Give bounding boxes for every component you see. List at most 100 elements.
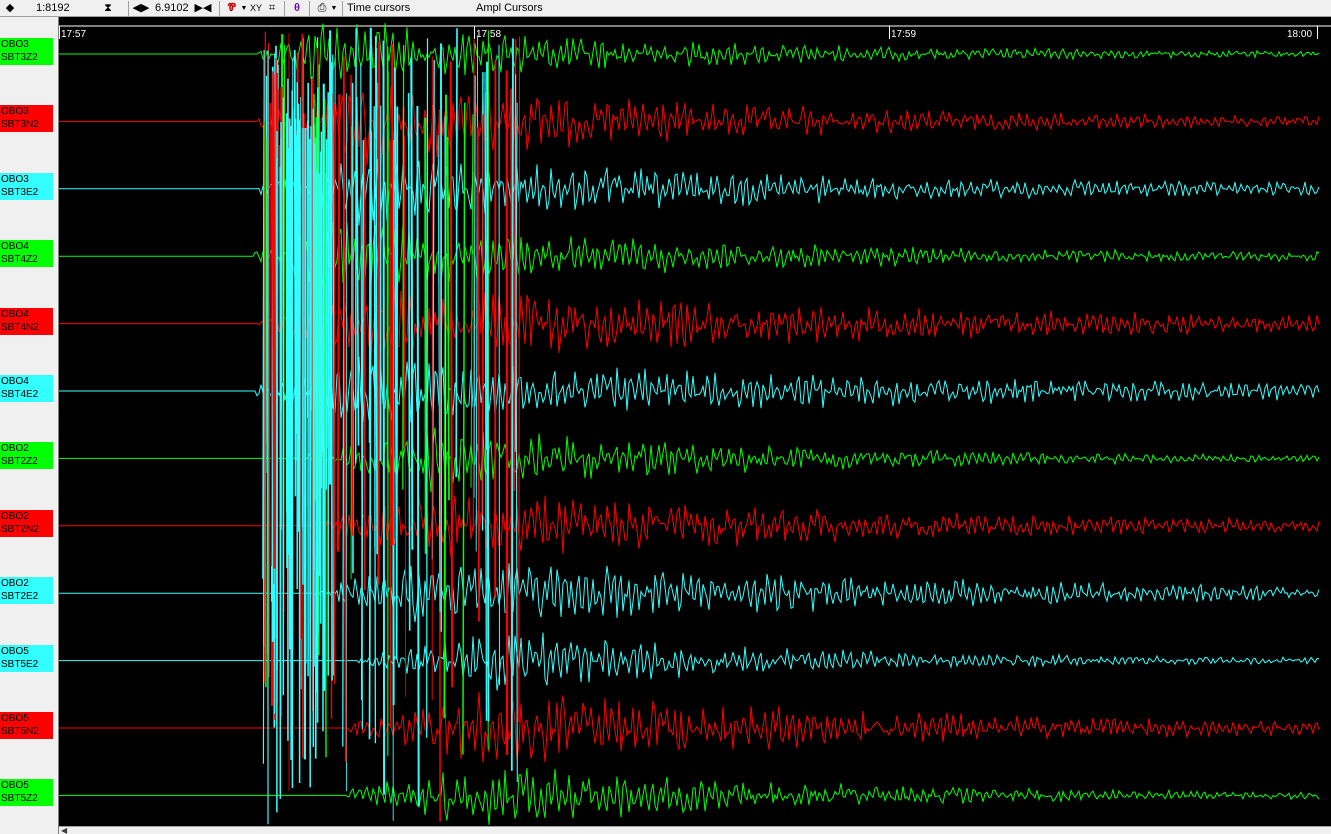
channel-code: SBT2E2	[1, 591, 39, 603]
saturated-trace-segment	[336, 94, 341, 552]
waveform-trace	[59, 768, 1320, 825]
waveform-trace	[59, 285, 1320, 356]
saturated-trace-segment	[449, 61, 454, 688]
time-tick-label: 17:59	[891, 29, 916, 40]
saturated-trace-segment	[462, 102, 466, 755]
saturated-trace-segment	[268, 102, 271, 678]
channel-label[interactable]: OBO3 SBT3E2	[0, 172, 53, 200]
saturated-trace-segment	[402, 44, 405, 490]
saturated-trace-segment	[330, 62, 333, 681]
saturated-trace-segment	[382, 40, 386, 795]
channel-label[interactable]: OBO2 SBT2Z2	[0, 442, 53, 470]
pick-tool-icon[interactable]: Ꮘ	[224, 0, 240, 16]
frame-tool-icon[interactable]: ⌗	[264, 0, 280, 16]
channel-station: OBO2	[1, 510, 29, 522]
channel-label[interactable]: OBO5 SBT5E2	[0, 644, 53, 672]
seismogram-canvas[interactable]: 17:57 17:58 17:59 18:00	[59, 17, 1331, 826]
seismogram-plot[interactable]: 17:57 17:58 17:59 18:00	[59, 17, 1331, 826]
saturated-trace-segment	[389, 139, 392, 728]
saturated-trace-segment	[404, 136, 407, 697]
waveform-trace	[59, 222, 1320, 289]
toolbar-separator	[284, 0, 285, 16]
saturated-trace-segment	[391, 43, 394, 546]
channel-label[interactable]: OBO3 SBT3N2	[0, 105, 53, 133]
channel-label[interactable]: OBO4 SBT4Z2	[0, 240, 53, 268]
channel-code: SBT2Z2	[1, 456, 38, 468]
vertical-zoom-icon[interactable]: ⧗	[100, 0, 116, 16]
waveform-trace	[59, 427, 1320, 493]
channel-label[interactable]: OBO2 SBT2N2	[0, 509, 53, 537]
saturated-trace-segment	[424, 117, 427, 554]
ampl-cursors-button[interactable]: Ampl Cursors	[476, 0, 543, 17]
waveform-trace	[59, 158, 1320, 226]
channel-code: SBT5N2	[1, 726, 39, 737]
time-value: 6.9102	[155, 2, 189, 14]
channel-label[interactable]: OBO3 SBT3Z2	[0, 38, 53, 65]
waveform-trace	[59, 356, 1320, 423]
saturated-trace-segment	[395, 106, 399, 660]
channel-label[interactable]: OBO5 SBT5N2	[0, 712, 53, 739]
saturated-trace-segment	[426, 38, 429, 738]
waveform-trace	[59, 85, 1320, 166]
saturated-trace-segment	[446, 136, 450, 501]
horizontal-zoom-icon[interactable]: ▶◀	[195, 0, 212, 16]
channel-label[interactable]: OBO5 SBT5Z2	[0, 779, 53, 807]
channel-station: OBO5	[1, 645, 29, 657]
toolbar-separator	[219, 0, 220, 16]
saturated-trace-segment	[455, 28, 458, 478]
channel-code: SBT3N2	[1, 119, 39, 131]
channel-label[interactable]: OBO2 SBT2E2	[0, 577, 53, 605]
saturated-trace-segment	[410, 57, 414, 550]
channel-code: SBT4Z2	[1, 254, 38, 266]
saturated-trace-segment	[518, 36, 521, 723]
scroll-left-icon[interactable]: ◀	[61, 826, 67, 834]
waveform-trace	[59, 495, 1320, 557]
saturated-trace-segment	[264, 31, 266, 683]
channel-station: OBO3	[1, 106, 29, 118]
horizontal-scrollbar[interactable]: ◀	[59, 826, 1331, 834]
channel-code: SBT3Z2	[1, 52, 38, 63]
waveform-trace	[59, 691, 1320, 763]
channel-station: OBO3	[1, 39, 29, 50]
scale-value: 1:8192	[36, 2, 70, 14]
saturated-trace-segment	[498, 44, 500, 686]
channel-code: SBT4N2	[1, 321, 39, 333]
vertical-arrows-icon[interactable]: ◆	[2, 0, 18, 16]
toolbar-separator	[309, 0, 310, 16]
saturated-trace-segment	[355, 96, 360, 446]
xy-tool-icon[interactable]: XY	[248, 0, 264, 16]
pick-tool-dropdown-icon[interactable]: ▼	[240, 0, 248, 16]
channel-code: SBT2N2	[1, 523, 39, 535]
saturated-trace-segment	[416, 105, 420, 806]
channel-label-panel: OBO3 SBT3Z2 OBO3 SBT3N2 OBO3 SBT3E2 OBO4 SBT4Z2…	[0, 17, 59, 834]
waveform-trace	[59, 23, 1320, 86]
channel-station: OBO4	[1, 241, 29, 253]
toolbar: ◆ 1:8192 ⧗ ◀▶ 6.9102 ▶◀ Ꮘ ▼ XY ⌗ θ ⎙ ▼ T…	[0, 0, 1331, 17]
filter-tool-icon[interactable]: θ	[289, 0, 305, 16]
saturated-trace-segment	[472, 39, 475, 531]
channel-station: OBO2	[1, 578, 29, 590]
channel-code: SBT5E2	[1, 658, 39, 670]
horizontal-arrows-icon[interactable]: ◀▶	[133, 0, 150, 16]
channel-station: OBO4	[1, 308, 29, 320]
saturated-trace-segment	[407, 93, 411, 631]
saturated-trace-segment	[342, 56, 347, 762]
channel-station: OBO5	[1, 713, 29, 724]
waveform-trace	[59, 632, 1320, 691]
print-icon[interactable]: ⎙	[314, 0, 330, 16]
saturated-trace-segment	[272, 78, 276, 569]
channel-label[interactable]: OBO4 SBT4N2	[0, 307, 53, 335]
saturated-trace-segment	[510, 38, 514, 771]
channel-station: OBO3	[1, 173, 29, 185]
print-dropdown-icon[interactable]: ▼	[330, 0, 338, 16]
saturated-trace-segment	[300, 33, 303, 640]
toolbar-separator	[128, 0, 129, 16]
channel-label[interactable]: OBO4 SBT4E2	[0, 375, 53, 402]
saturated-trace-segment	[373, 106, 377, 744]
saturated-trace-segment	[476, 127, 480, 622]
channel-station: OBO2	[1, 443, 29, 455]
time-tick-label: 18:00	[1287, 29, 1312, 40]
saturated-trace-segment	[350, 126, 353, 580]
time-cursors-button[interactable]: Time cursors	[347, 0, 476, 17]
time-tick-label: 17:57	[61, 29, 86, 40]
